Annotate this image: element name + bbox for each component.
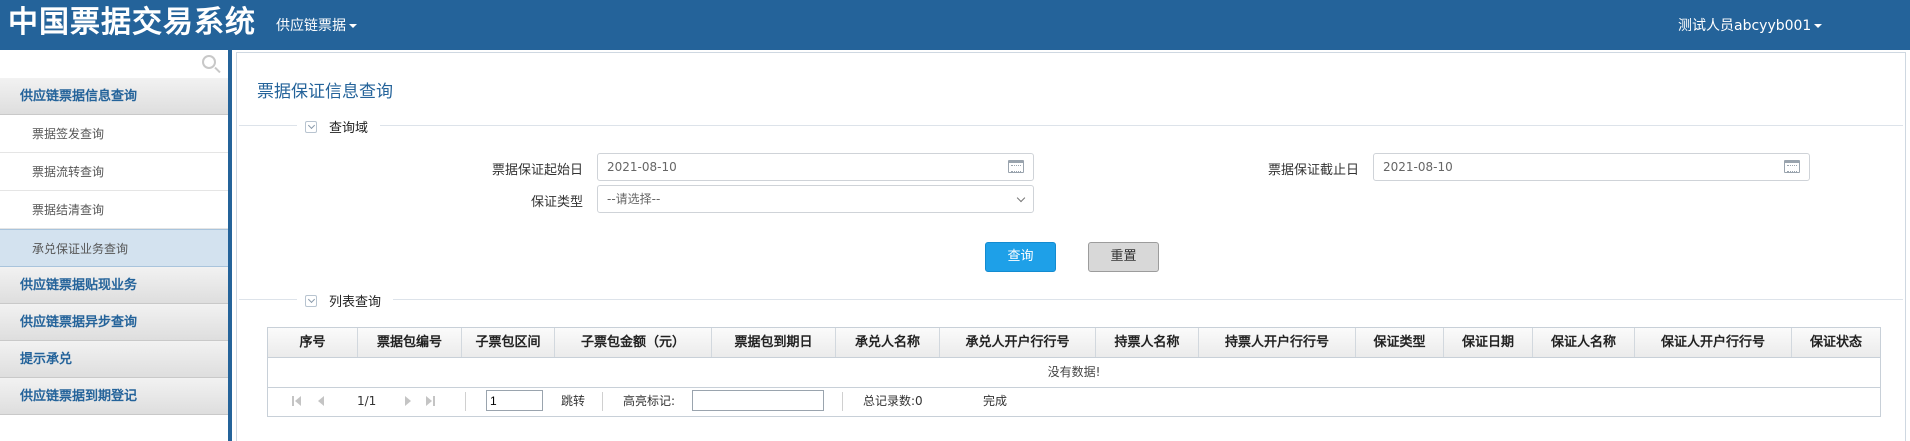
sidebar-group-discount[interactable]: 供应链票据贴现业务 bbox=[0, 267, 228, 304]
column-header[interactable]: 持票人开户行行号 bbox=[1199, 328, 1356, 357]
load-status: 完成 bbox=[983, 394, 1008, 408]
column-header[interactable]: 子票包金额（元） bbox=[555, 328, 712, 357]
column-header[interactable]: 保证日期 bbox=[1444, 328, 1533, 357]
query-button[interactable]: 查询 bbox=[985, 242, 1056, 272]
start-date-input[interactable]: 2021-08-10 bbox=[597, 153, 1034, 181]
section-divider bbox=[239, 125, 1903, 126]
column-header[interactable]: 票据包到期日 bbox=[712, 328, 836, 357]
pagination-bar: 1/1 跳转 高亮标记: 总记录数:0 完成 bbox=[267, 386, 1881, 417]
guarantee-type-placeholder: --请选择-- bbox=[607, 192, 661, 206]
pager-divider bbox=[842, 392, 843, 411]
guarantee-type-label: 保证类型 bbox=[530, 195, 583, 210]
chevron-down-icon bbox=[1016, 193, 1026, 203]
pager-divider bbox=[602, 392, 603, 411]
section-divider bbox=[239, 299, 1903, 300]
guarantee-type-select[interactable]: --请选择-- bbox=[597, 185, 1034, 213]
query-section-header[interactable]: 查询域 bbox=[297, 117, 381, 136]
main-panel: 票据保证信息查询 查询域 票据保证起始日 2021-08-10 票据保证截止日 … bbox=[236, 52, 1906, 441]
sidebar-item-issuance-query[interactable]: 票据签发查询 bbox=[0, 115, 228, 153]
top-bar: 中国票据交易系统 供应链票据 测试人员abcyyb001 bbox=[0, 0, 1910, 50]
calendar-icon[interactable] bbox=[1784, 160, 1800, 173]
last-page-icon[interactable] bbox=[426, 396, 436, 406]
column-header[interactable]: 序号 bbox=[268, 328, 358, 357]
list-section-title: 列表查询 bbox=[329, 295, 382, 310]
supply-chain-bills-menu[interactable]: 供应链票据 bbox=[276, 15, 357, 35]
sidebar-item-guarantee-query[interactable]: 承兑保证业务查询 bbox=[0, 229, 228, 267]
results-table: 序号 票据包编号 子票包区间 子票包金额（元） 票据包到期日 承兑人名称 承兑人… bbox=[267, 327, 1881, 388]
column-header[interactable]: 保证类型 bbox=[1356, 328, 1444, 357]
column-header[interactable]: 票据包编号 bbox=[358, 328, 462, 357]
column-header[interactable]: 承兑人开户行行号 bbox=[940, 328, 1096, 357]
sidebar-item-settlement-query[interactable]: 票据结清查询 bbox=[0, 191, 228, 229]
end-date-value: 2021-08-10 bbox=[1383, 160, 1453, 174]
column-header[interactable]: 保证状态 bbox=[1792, 328, 1880, 357]
prev-page-icon[interactable] bbox=[316, 396, 326, 406]
query-section-title: 查询域 bbox=[329, 121, 369, 136]
chevron-down-icon bbox=[349, 24, 357, 28]
page-info: 1/1 bbox=[357, 394, 377, 408]
sidebar-group-bill-info-query[interactable]: 供应链票据信息查询 bbox=[0, 78, 228, 115]
highlight-label: 高亮标记: bbox=[623, 394, 676, 408]
sidebar-search bbox=[0, 50, 228, 78]
collapse-icon[interactable] bbox=[305, 295, 317, 307]
column-header[interactable]: 持票人名称 bbox=[1096, 328, 1199, 357]
empty-table-message: 没有数据! bbox=[1047, 365, 1101, 379]
next-page-icon[interactable] bbox=[403, 396, 413, 406]
calendar-icon[interactable] bbox=[1008, 160, 1024, 173]
column-header[interactable]: 保证人名称 bbox=[1533, 328, 1635, 357]
first-page-icon[interactable] bbox=[292, 396, 302, 406]
column-header[interactable]: 承兑人名称 bbox=[836, 328, 940, 357]
pager-divider bbox=[465, 392, 466, 411]
list-section-header[interactable]: 列表查询 bbox=[297, 291, 394, 310]
column-header[interactable]: 子票包区间 bbox=[462, 328, 555, 357]
reset-button[interactable]: 重置 bbox=[1088, 242, 1159, 272]
highlight-input[interactable] bbox=[692, 390, 824, 411]
sidebar: 供应链票据信息查询 票据签发查询 票据流转查询 票据结清查询 承兑保证业务查询 … bbox=[0, 50, 232, 441]
total-records: 总记录数:0 bbox=[863, 394, 923, 408]
end-date-input[interactable]: 2021-08-10 bbox=[1373, 153, 1810, 181]
search-icon[interactable] bbox=[202, 55, 216, 69]
supply-chain-bills-menu-label: 供应链票据 bbox=[276, 18, 346, 34]
start-date-label: 票据保证起始日 bbox=[491, 163, 583, 178]
app-title: 中国票据交易系统 bbox=[8, 5, 256, 40]
sidebar-group-async-query[interactable]: 供应链票据异步查询 bbox=[0, 304, 228, 341]
sidebar-group-maturity-registration[interactable]: 供应链票据到期登记 bbox=[0, 378, 228, 415]
user-menu[interactable]: 测试人员abcyyb001 bbox=[1678, 15, 1823, 35]
page-title: 票据保证信息查询 bbox=[257, 82, 393, 102]
sidebar-item-circulation-query[interactable]: 票据流转查询 bbox=[0, 153, 228, 191]
start-date-value: 2021-08-10 bbox=[607, 160, 677, 174]
user-menu-label: 测试人员abcyyb001 bbox=[1678, 18, 1812, 34]
end-date-label: 票据保证截止日 bbox=[1267, 163, 1359, 178]
jump-button[interactable]: 跳转 bbox=[561, 386, 585, 416]
sidebar-group-acceptance[interactable]: 提示承兑 bbox=[0, 341, 228, 378]
chevron-down-icon bbox=[1814, 24, 1823, 28]
column-header[interactable]: 保证人开户行行号 bbox=[1635, 328, 1792, 357]
collapse-icon[interactable] bbox=[305, 121, 317, 133]
table-header-row: 序号 票据包编号 子票包区间 子票包金额（元） 票据包到期日 承兑人名称 承兑人… bbox=[268, 328, 1880, 358]
page-number-input[interactable] bbox=[486, 390, 543, 411]
